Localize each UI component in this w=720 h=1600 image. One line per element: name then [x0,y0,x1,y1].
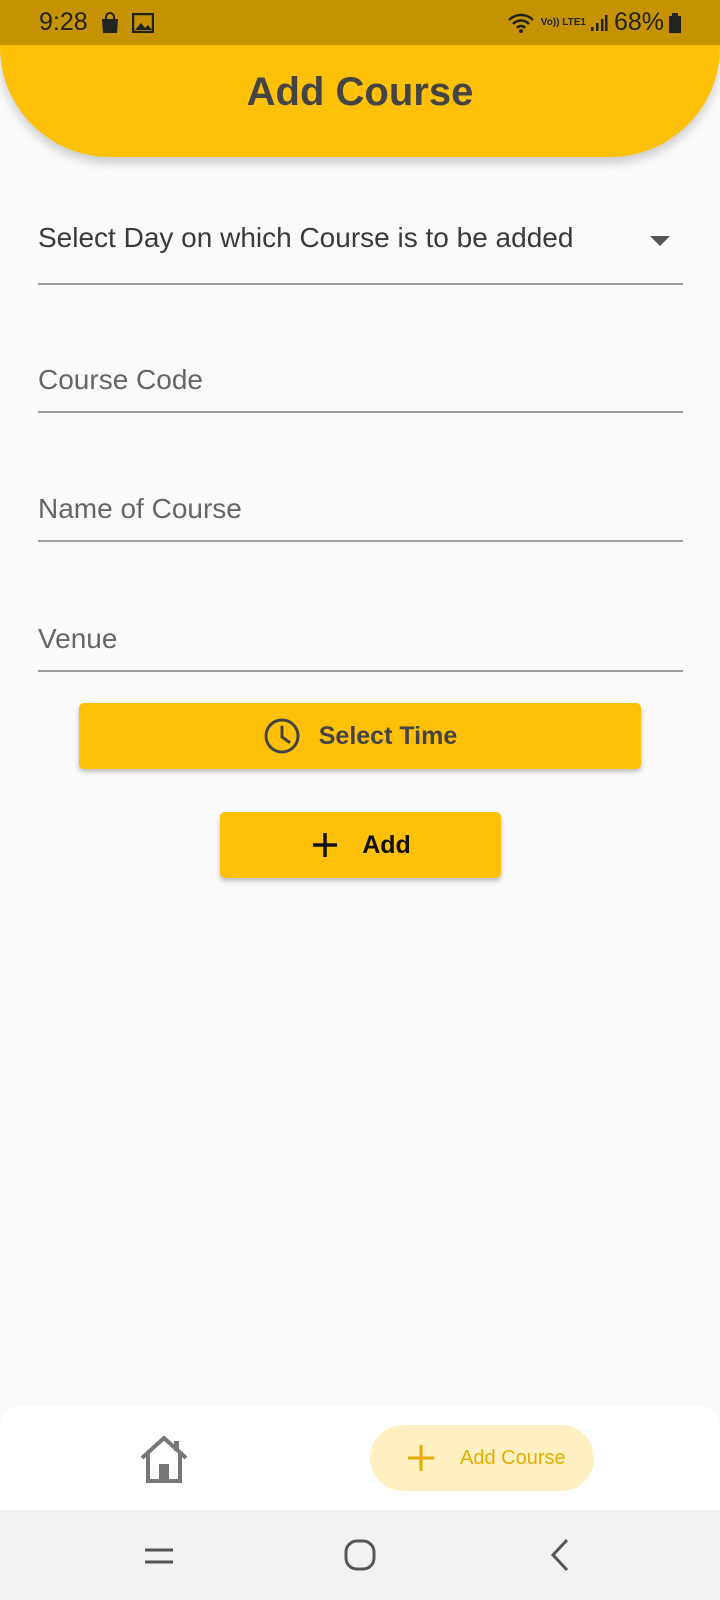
system-nav-bar [0,1510,720,1600]
bottom-nav: Add Course [0,1406,720,1510]
battery-icon [668,12,682,34]
status-left: 9:28 [39,8,154,37]
venue-input[interactable] [38,600,683,674]
course-name-field [38,470,683,544]
add-button[interactable]: Add [220,812,501,878]
recent-apps-icon[interactable] [144,1547,174,1565]
clock-icon [263,717,301,755]
signal-icon [590,14,608,32]
image-icon [131,12,154,33]
nav-home[interactable] [137,1434,191,1484]
course-code-field [38,341,683,415]
nav-add-course[interactable]: Add Course [370,1425,594,1491]
status-right: Vo)) LTE1 68% [507,8,682,37]
home-circle-icon[interactable] [343,1538,377,1572]
venue-field [38,600,683,674]
course-name-input[interactable] [38,470,683,544]
select-time-label: Select Time [318,721,458,750]
back-icon[interactable] [549,1538,571,1572]
select-time-button[interactable]: Select Time [79,703,641,769]
nav-add-course-label: Add Course [460,1446,566,1469]
network-type: Vo)) LTE1 [540,17,586,28]
status-time: 9:28 [39,8,88,36]
plus-icon [310,830,340,860]
course-code-input[interactable] [38,341,683,415]
shopping-bag-icon [100,11,120,34]
caret-down-icon [650,236,670,246]
battery-percent: 68% [613,8,664,36]
day-select-dropdown[interactable]: Select Day on which Course is to be adde… [38,212,683,285]
home-icon [137,1434,191,1484]
plus-icon [406,1443,436,1473]
status-bar: 9:28 Vo)) LTE1 68% [0,0,720,45]
add-label: Add [362,830,411,859]
day-select-label: Select Day on which Course is to be adde… [38,222,574,253]
page-title: Add Course [246,70,474,114]
wifi-icon [507,13,535,33]
